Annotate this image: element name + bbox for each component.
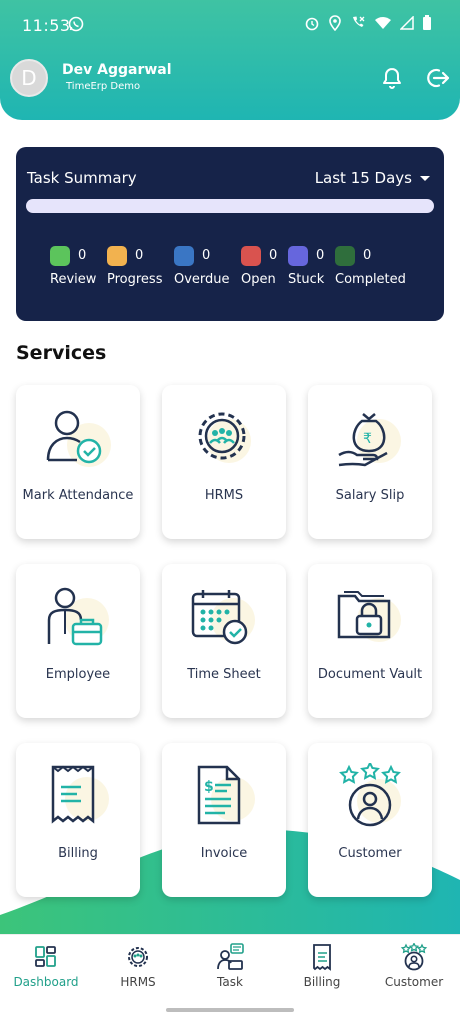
legend-completed[interactable]: 0 Completed <box>335 245 406 287</box>
open-swatch <box>241 245 261 266</box>
nav-billing[interactable]: Billing <box>276 943 368 989</box>
service-billing[interactable]: Billing <box>16 743 140 897</box>
task-icon <box>217 943 244 970</box>
stuck-label: Stuck <box>288 271 325 287</box>
legend-review[interactable]: 0 Review <box>50 245 96 287</box>
overdue-count: 0 <box>202 248 211 263</box>
employee-label: Employee <box>45 667 111 682</box>
status-time: 11:53 <box>22 16 71 35</box>
nav-task[interactable]: Task <box>184 943 276 989</box>
customer-icon <box>400 943 428 971</box>
document-vault-label: Document Vault <box>317 667 423 682</box>
date-range-label: Last 15 Days <box>314 169 412 187</box>
service-customer[interactable]: Customer <box>308 743 432 897</box>
time-sheet-label: Time Sheet <box>187 667 261 682</box>
gear-team-icon <box>198 412 251 463</box>
calendar-check-icon <box>191 590 255 645</box>
date-range-dropdown[interactable]: Last 15 Days <box>315 169 430 187</box>
completed-swatch <box>335 245 355 266</box>
stuck-count: 0 <box>316 248 325 263</box>
services-heading: Services <box>16 342 107 364</box>
money-bag-hand-icon: ₹ <box>338 413 401 467</box>
caret-down-icon <box>420 175 430 181</box>
nav-customer-label: Customer <box>384 975 444 989</box>
nav-task-label: Task <box>217 975 243 989</box>
service-invoice[interactable]: $ Invoice <box>162 743 286 897</box>
user-check-icon <box>46 410 111 467</box>
nav-dashboard-label: Dashboard <box>13 975 79 989</box>
svg-text:₹: ₹ <box>363 431 372 447</box>
task-summary-title: Task Summary <box>27 169 137 187</box>
stuck-swatch <box>288 245 308 266</box>
task-summary-card: Task Summary Last 15 Days 0 Review 0 Pro… <box>16 147 444 321</box>
nav-hrms[interactable]: HRMS <box>92 943 184 989</box>
review-count: 0 <box>78 248 87 263</box>
app-header: 11:53 D Dev Aggarwal TimeErp Demo <box>0 0 460 120</box>
legend-progress[interactable]: 0 Progress <box>107 245 162 287</box>
notification-bell-icon[interactable] <box>380 66 404 90</box>
overdue-swatch <box>174 245 194 266</box>
folder-lock-icon <box>337 591 401 642</box>
task-progress-bar <box>26 199 434 213</box>
service-hrms[interactable]: HRMS <box>162 385 286 539</box>
mark-attendance-label: Mark Attendance <box>22 488 134 503</box>
signal-icon <box>400 16 414 30</box>
completed-label: Completed <box>335 271 406 287</box>
service-document-vault[interactable]: Document Vault <box>308 564 432 718</box>
open-count: 0 <box>269 248 278 263</box>
service-time-sheet[interactable]: Time Sheet <box>162 564 286 718</box>
nav-dashboard[interactable]: Dashboard <box>0 943 92 989</box>
customer-label: Customer <box>338 846 402 861</box>
legend-stuck[interactable]: 0 Stuck <box>288 245 324 287</box>
battery-icon <box>423 15 431 30</box>
billing-icon <box>313 944 331 971</box>
hrms-icon <box>128 947 148 967</box>
company-name: TimeErp Demo <box>66 81 141 92</box>
completed-count: 0 <box>363 248 372 263</box>
invoice-label: Invoice <box>200 846 248 861</box>
service-salary-slip[interactable]: ₹ Salary Slip <box>308 385 432 539</box>
review-label: Review <box>50 271 97 287</box>
invoice-dollar-icon: $ <box>197 765 255 825</box>
nav-hrms-label: HRMS <box>120 975 156 989</box>
progress-count: 0 <box>135 248 144 263</box>
nav-customer[interactable]: Customer <box>368 943 460 989</box>
progress-swatch <box>107 245 127 266</box>
salary-slip-label: Salary Slip <box>335 488 405 503</box>
avatar[interactable]: D <box>10 59 48 97</box>
overdue-label: Overdue <box>174 271 230 287</box>
legend-open[interactable]: 0 Open <box>241 245 277 287</box>
legend-overdue[interactable]: 0 Overdue <box>174 245 230 287</box>
customer-stars-icon <box>339 763 401 827</box>
location-icon <box>329 15 341 31</box>
task-status-legend: 0 Review 0 Progress 0 Overdue 0 Open 0 S… <box>16 245 444 295</box>
whatsapp-icon <box>68 16 84 32</box>
progress-label: Progress <box>107 271 163 287</box>
home-indicator[interactable] <box>166 1008 294 1012</box>
status-icons <box>304 15 432 31</box>
nav-billing-label: Billing <box>303 975 341 989</box>
employee-briefcase-icon <box>47 587 109 646</box>
status-bar: 11:53 <box>0 0 460 48</box>
logout-icon[interactable] <box>424 66 450 90</box>
open-label: Open <box>241 271 276 287</box>
receipt-icon <box>51 765 109 824</box>
svg-text:$: $ <box>204 779 214 795</box>
service-employee[interactable]: Employee <box>16 564 140 718</box>
alarm-icon <box>305 17 319 31</box>
review-swatch <box>50 245 70 266</box>
user-name: Dev Aggarwal <box>62 62 172 78</box>
billing-label: Billing <box>58 846 98 861</box>
dashboard-icon <box>35 946 56 967</box>
service-mark-attendance[interactable]: Mark Attendance <box>16 385 140 539</box>
wifi-call-icon <box>353 16 365 27</box>
wifi-icon <box>375 17 391 29</box>
hrms-label: HRMS <box>204 488 244 503</box>
